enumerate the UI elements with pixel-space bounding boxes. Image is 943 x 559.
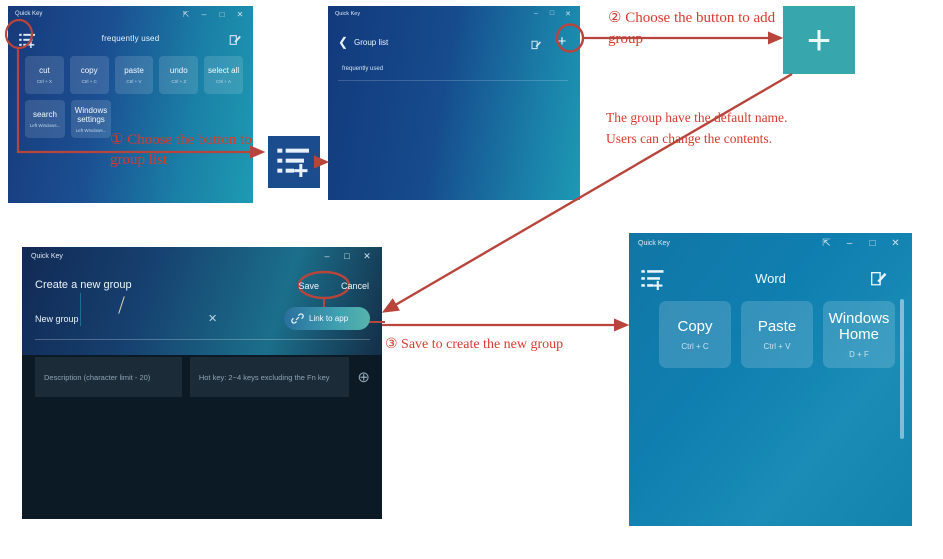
tile-paste[interactable]: paste Ctrl + V	[114, 56, 154, 94]
tile-shortcut: Ctrl + C	[681, 341, 709, 351]
tile-label: paste	[124, 66, 144, 75]
plus-icon: +	[806, 16, 832, 63]
hotkey-input[interactable]: Hot key: 2~4 keys excluding the Fn key	[189, 357, 350, 397]
minimize-button[interactable]: –	[838, 238, 861, 249]
minimize-button[interactable]: –	[195, 10, 213, 19]
cancel-button[interactable]: Cancel	[341, 281, 369, 291]
tile-copy[interactable]: copy Ctrl + C	[69, 56, 109, 94]
pin-icon[interactable]: ⇱	[177, 10, 195, 19]
maximize-button[interactable]: □	[213, 10, 231, 19]
home-window-controls: ⇱ – □ ✕	[177, 10, 249, 19]
home-window-title: Quick Key	[15, 11, 43, 17]
maximize-button[interactable]: □	[861, 238, 884, 249]
quick-key-home-window: Quick Key ⇱ – □ ✕ frequently used cut Ct…	[8, 6, 253, 203]
chevron-left-icon[interactable]: ❮	[338, 36, 348, 48]
home-page-title: frequently used	[101, 34, 160, 43]
link-to-app-button[interactable]: Link to app	[284, 307, 370, 330]
edit-pencil-icon[interactable]	[531, 37, 542, 50]
quick-key-word-window: Quick Key ⇱ – □ ✕ Word Copy Ctrl + C Pas…	[629, 233, 912, 526]
tile-search[interactable]: search Left Windows...	[25, 100, 65, 138]
create-group-window: Quick Key – □ ✕ Create a new group Save …	[22, 247, 382, 519]
home-tile-row-1: cut Ctrl + X copy Ctrl + C paste Ctrl + …	[25, 56, 243, 94]
tile-shortcut: Left Windows...	[29, 123, 61, 128]
annotation-step-1: ① Choose the button to group list	[110, 132, 252, 168]
annotation-note: The group have the default name. Users c…	[606, 110, 788, 146]
tile-shortcut: Ctrl + X	[36, 79, 52, 84]
close-button[interactable]: ✕	[560, 10, 576, 18]
tile-shortcut: Ctrl + V	[126, 79, 142, 84]
annotation-step-2: ② Choose the button to add group	[608, 10, 776, 47]
home-titlebar: Quick Key ⇱ – □ ✕	[8, 6, 253, 22]
tile-paste[interactable]: Paste Ctrl + V	[741, 301, 813, 368]
tile-label: Windows Home	[828, 309, 890, 343]
tile-shortcut: D + F	[849, 349, 869, 359]
vertical-scrollbar[interactable]	[900, 299, 904, 439]
tile-label: select all	[208, 66, 240, 75]
add-shortcut-button[interactable]: ⊕	[357, 370, 370, 385]
link-chain-icon	[291, 312, 304, 325]
word-tile-grid: Copy Ctrl + C Paste Ctrl + V Windows Hom…	[659, 301, 895, 368]
create-group-heading: Create a new group	[35, 279, 132, 291]
maximize-button[interactable]: □	[337, 251, 357, 261]
quick-key-group-list-window: Quick Key – □ ✕ ❮ Group list + frequentl…	[328, 6, 580, 200]
add-group-button[interactable]: +	[554, 34, 570, 50]
close-button[interactable]: ✕	[357, 251, 377, 262]
group-list-window-controls: – □ ✕	[528, 10, 576, 18]
create-group-fields: Description (character limit - 20) Hot k…	[35, 357, 370, 397]
tile-shortcut: Ctrl + C	[81, 79, 97, 84]
create-group-window-controls: – □ ✕	[317, 251, 377, 262]
group-name-input[interactable]: New group	[35, 314, 79, 324]
description-input[interactable]: Description (character limit - 20)	[35, 357, 182, 397]
annotation-step-3: ③ Save to create the new group	[385, 337, 564, 352]
tile-select-all[interactable]: select all Ctrl + A	[204, 56, 243, 94]
save-button[interactable]: Save	[298, 281, 319, 291]
create-group-window-title: Quick Key	[31, 252, 63, 260]
group-list-page-title: Group list	[354, 38, 389, 47]
tile-label: copy	[80, 66, 98, 75]
close-button[interactable]: ✕	[231, 10, 249, 19]
add-group-callout-box: +	[783, 6, 855, 74]
edit-pencil-icon[interactable]	[229, 33, 242, 46]
description-placeholder: Description (character limit - 20)	[44, 372, 151, 382]
pin-icon[interactable]: ⇱	[815, 238, 838, 249]
hotkey-placeholder: Hot key: 2~4 keys excluding the Fn key	[198, 372, 330, 382]
minimize-button[interactable]: –	[317, 251, 337, 261]
tile-shortcut: Ctrl + Z	[171, 79, 187, 84]
tile-label: cut	[39, 66, 50, 75]
word-window-leader-line	[80, 293, 81, 326]
group-list-item[interactable]: frequently used	[342, 66, 383, 72]
maximize-button[interactable]: □	[544, 10, 560, 17]
close-button[interactable]: ✕	[884, 238, 907, 249]
tile-label: search	[32, 110, 57, 119]
clear-icon[interactable]: ✕	[208, 312, 217, 325]
tile-windows-settings[interactable]: Windows settings Left Windows...	[71, 100, 111, 138]
word-window-controls: ⇱ – □ ✕	[815, 238, 907, 249]
tile-label: Windows settings	[74, 105, 108, 124]
list-plus-icon	[277, 147, 311, 182]
link-to-app-label: Link to app	[309, 314, 349, 323]
word-window-title: Quick Key	[638, 239, 670, 247]
group-list-divider	[338, 80, 568, 81]
tile-label: Copy	[677, 317, 713, 335]
create-group-titlebar: Quick Key – □ ✕	[22, 247, 382, 265]
tile-shortcut: Ctrl + V	[763, 341, 791, 351]
tile-label: undo	[169, 66, 188, 75]
tile-undo[interactable]: undo Ctrl + Z	[159, 56, 199, 94]
tile-label: Paste	[757, 317, 797, 335]
group-list-window-title: Quick Key	[335, 10, 361, 17]
tile-windows-home[interactable]: Windows Home D + F	[823, 301, 895, 368]
tile-cut[interactable]: cut Ctrl + X	[25, 56, 64, 94]
tile-copy[interactable]: Copy Ctrl + C	[659, 301, 731, 368]
name-field-underline	[35, 339, 370, 340]
group-list-titlebar: Quick Key – □ ✕	[328, 6, 580, 21]
tile-shortcut: Ctrl + A	[216, 79, 232, 84]
word-titlebar: Quick Key ⇱ – □ ✕	[629, 233, 912, 253]
minimize-button[interactable]: –	[528, 10, 544, 17]
tile-shortcut: Left Windows...	[75, 127, 107, 133]
edit-pencil-icon[interactable]	[870, 269, 888, 287]
